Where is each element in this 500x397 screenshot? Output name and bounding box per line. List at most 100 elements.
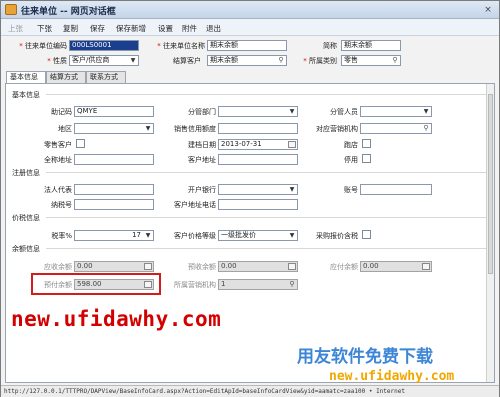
chevron-down-icon[interactable]: ▼ (288, 107, 296, 116)
mnemonic-field[interactable]: QMYE (74, 106, 154, 117)
legal-rep-label: 法人代表 (44, 186, 72, 194)
account-label: 账号 (344, 186, 358, 194)
watermark-site-secondary: new.ufidawhy.com (329, 369, 455, 384)
payable-field: 0.00 (360, 261, 432, 272)
section-basic-info: 基本信息 (12, 91, 40, 99)
code-field[interactable]: 000LS0001 (69, 40, 139, 51)
exit-button[interactable]: 退出 (206, 23, 221, 34)
price-level-select[interactable]: 一级批发价 ▼ (218, 230, 298, 241)
bank-label: 开户银行 (188, 186, 216, 194)
store-checkbox[interactable] (362, 139, 371, 148)
section-price-tax: 价税信息 (12, 214, 40, 222)
org2-label: 所属营销机构 (174, 281, 216, 289)
chevron-down-icon[interactable]: ▼ (129, 56, 137, 65)
tab-contact[interactable]: 联系方式 (86, 71, 126, 83)
highlight-annotation (31, 273, 161, 295)
customer-address-field[interactable] (218, 154, 298, 165)
credit-field[interactable] (218, 123, 298, 134)
tax-id-field[interactable] (74, 199, 154, 210)
purchase-tax-checkbox[interactable] (362, 230, 371, 239)
short-name-label: 简称 (323, 42, 337, 50)
created-date-field[interactable]: 2013-07-31 (218, 139, 298, 150)
chevron-down-icon[interactable]: ▼ (288, 231, 296, 240)
attachment-button[interactable]: 附件 (182, 23, 197, 34)
bank-select[interactable]: ▼ (218, 184, 298, 195)
dept-select[interactable]: ▼ (218, 106, 298, 117)
org-field[interactable]: ⚲ (360, 123, 432, 134)
receivable-label: 应收余额 (44, 263, 72, 271)
legal-rep-field[interactable] (74, 184, 154, 195)
calculator-icon (288, 263, 296, 270)
vertical-scrollbar[interactable] (486, 84, 494, 382)
divider (46, 248, 486, 249)
full-address-field[interactable] (74, 154, 154, 165)
calculator-icon (422, 263, 430, 270)
watermark-chinese: 用友软件免费下载 (297, 347, 433, 367)
org-label: 对应营销机构 (316, 125, 358, 133)
address-phone-label: 客户地址电话 (174, 201, 216, 209)
nature-label: * 性质 (47, 57, 67, 65)
category-field[interactable]: 零售 ⚲ (341, 55, 401, 66)
settle-customer-label: 结算客户 (173, 57, 201, 65)
prereceive-field: 0.00 (218, 261, 298, 272)
address-phone-field[interactable] (218, 199, 298, 210)
chevron-down-icon[interactable]: ▼ (144, 124, 152, 133)
window-title: 往来单位 -- 网页对话框 (21, 7, 116, 17)
scrollbar-thumb[interactable] (488, 94, 493, 274)
tax-id-label: 纳税号 (51, 201, 72, 209)
prev-button[interactable]: 上张 (8, 23, 23, 34)
credit-label: 销售信用额度 (174, 125, 216, 133)
search-icon[interactable]: ⚲ (422, 124, 430, 133)
name-field[interactable]: 期末余额 (207, 40, 287, 51)
region-select[interactable]: ▼ (74, 123, 154, 134)
settle-customer-field[interactable]: 期末余额 ⚲ (207, 55, 287, 66)
calculator-icon (144, 263, 152, 270)
save-new-button[interactable]: 保存新增 (116, 23, 146, 34)
settings-button[interactable]: 设置 (158, 23, 173, 34)
prereceive-label: 预收余额 (188, 263, 216, 271)
watermark-site: new.ufidawhy.com (11, 307, 222, 331)
form-panel: 基本信息 助记码 QMYE 分管部门 ▼ 分管人员 ▼ 地区 ▼ 销售信用额度 … (5, 83, 495, 383)
divider (46, 94, 486, 95)
search-icon: ⚲ (289, 280, 295, 288)
retail-label: 零售客户 (44, 141, 72, 149)
chevron-down-icon[interactable]: ▼ (288, 185, 296, 194)
price-level-label: 客户价格等级 (174, 232, 216, 240)
window-icon (5, 4, 17, 15)
calendar-icon[interactable] (288, 141, 296, 148)
short-name-field[interactable]: 期末余额 (341, 40, 401, 51)
chevron-down-icon[interactable]: ▼ (422, 107, 430, 116)
divider (46, 217, 486, 218)
category-label: * 所属类别 (303, 57, 337, 65)
status-bar: http://127.0.0.1/TTTPRO/DAPView/BaseInfo… (1, 385, 499, 397)
disabled-label: 停用 (344, 156, 358, 164)
tax-rate-label: 税率% (51, 232, 72, 240)
close-icon[interactable]: × (481, 4, 495, 16)
section-registration: 注册信息 (12, 169, 40, 177)
staff-label: 分管人员 (330, 108, 358, 116)
full-address-label: 全称地址 (44, 156, 72, 164)
search-icon[interactable]: ⚲ (277, 56, 285, 65)
next-button[interactable]: 下张 (37, 23, 52, 34)
disabled-checkbox[interactable] (362, 154, 371, 163)
code-label: * 往来单位编码 (19, 42, 67, 50)
nature-select[interactable]: 客户/供应商 ▼ (69, 55, 139, 66)
staff-select[interactable]: ▼ (360, 106, 432, 117)
org2-field: 1 ⚲ (218, 279, 298, 290)
search-icon[interactable]: ⚲ (391, 56, 399, 65)
mnemonic-label: 助记码 (51, 108, 72, 116)
tab-settlement[interactable]: 结算方式 (46, 71, 86, 83)
save-button[interactable]: 保存 (90, 23, 105, 34)
retail-checkbox[interactable] (76, 139, 85, 148)
section-balance: 余额信息 (12, 245, 40, 253)
dept-label: 分管部门 (188, 108, 216, 116)
tax-rate-select[interactable]: 17 ▼ (74, 230, 154, 241)
dialog-window: 往来单位 -- 网页对话框 × 上张 下张 复制 保存 保存新增 设置 附件 退… (0, 0, 500, 397)
divider (46, 172, 486, 173)
toolbar: 上张 下张 复制 保存 保存新增 设置 附件 退出 (1, 20, 499, 36)
name-label: * 往来单位名称 (157, 42, 205, 50)
copy-button[interactable]: 复制 (63, 23, 78, 34)
payable-label: 应付余额 (330, 263, 358, 271)
account-field[interactable] (360, 184, 432, 195)
chevron-down-icon[interactable]: ▼ (144, 231, 152, 240)
